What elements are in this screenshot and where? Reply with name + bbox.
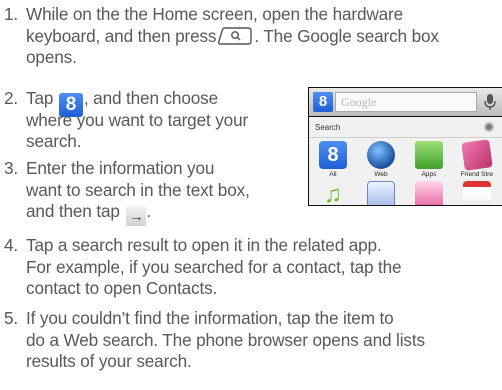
microphone-icon[interactable] xyxy=(481,92,499,112)
panel-title: Search xyxy=(315,123,341,132)
app-calendar[interactable] xyxy=(453,181,501,205)
app-mail[interactable] xyxy=(405,181,453,205)
step-text: Enter the information you want to search… xyxy=(26,158,250,226)
divider xyxy=(309,137,502,138)
step-text: Tap a search result to open it in the re… xyxy=(26,235,402,298)
search-panel: Search 8 All Web Apps Friend Stre ♫ xyxy=(309,117,502,205)
app-music[interactable]: ♫ xyxy=(309,181,357,206)
search-bar: 8 Google xyxy=(309,88,502,116)
step-number: 3. xyxy=(4,158,19,178)
app-apps[interactable]: Apps xyxy=(405,141,453,178)
phone-search-screenshot: 8 Google Search 8 All Web Apps Friend St… xyxy=(308,87,502,206)
step-text: Tap 8, and then choose where you want to… xyxy=(26,88,249,151)
step-number: 1. xyxy=(4,4,19,24)
globe-icon xyxy=(367,141,395,169)
app-messages[interactable] xyxy=(357,181,405,205)
search-key-icon xyxy=(218,26,253,45)
messages-icon xyxy=(367,181,395,205)
step-number: 4. xyxy=(4,235,19,255)
google-icon[interactable]: 8 xyxy=(313,92,333,112)
search-input[interactable]: Google xyxy=(335,92,477,112)
step-number: 5. xyxy=(4,308,19,328)
step-number: 2. xyxy=(4,88,19,108)
mail-icon xyxy=(415,181,443,205)
calendar-icon xyxy=(463,181,491,205)
step-text: While on the the Home screen, open the h… xyxy=(26,4,439,67)
app-friend-stream[interactable]: Friend Stre xyxy=(453,139,501,178)
google-icon: 8 xyxy=(319,141,347,169)
app-all[interactable]: 8 All xyxy=(309,141,357,178)
friend-stream-icon xyxy=(461,139,493,171)
music-icon: ♫ xyxy=(324,181,342,206)
step-text: If you couldn’t find the information, ta… xyxy=(26,308,425,371)
apps-bag-icon xyxy=(415,141,443,169)
settings-icon[interactable] xyxy=(484,122,494,132)
app-web[interactable]: Web xyxy=(357,141,405,178)
arrow-right-icon: → xyxy=(126,206,147,226)
